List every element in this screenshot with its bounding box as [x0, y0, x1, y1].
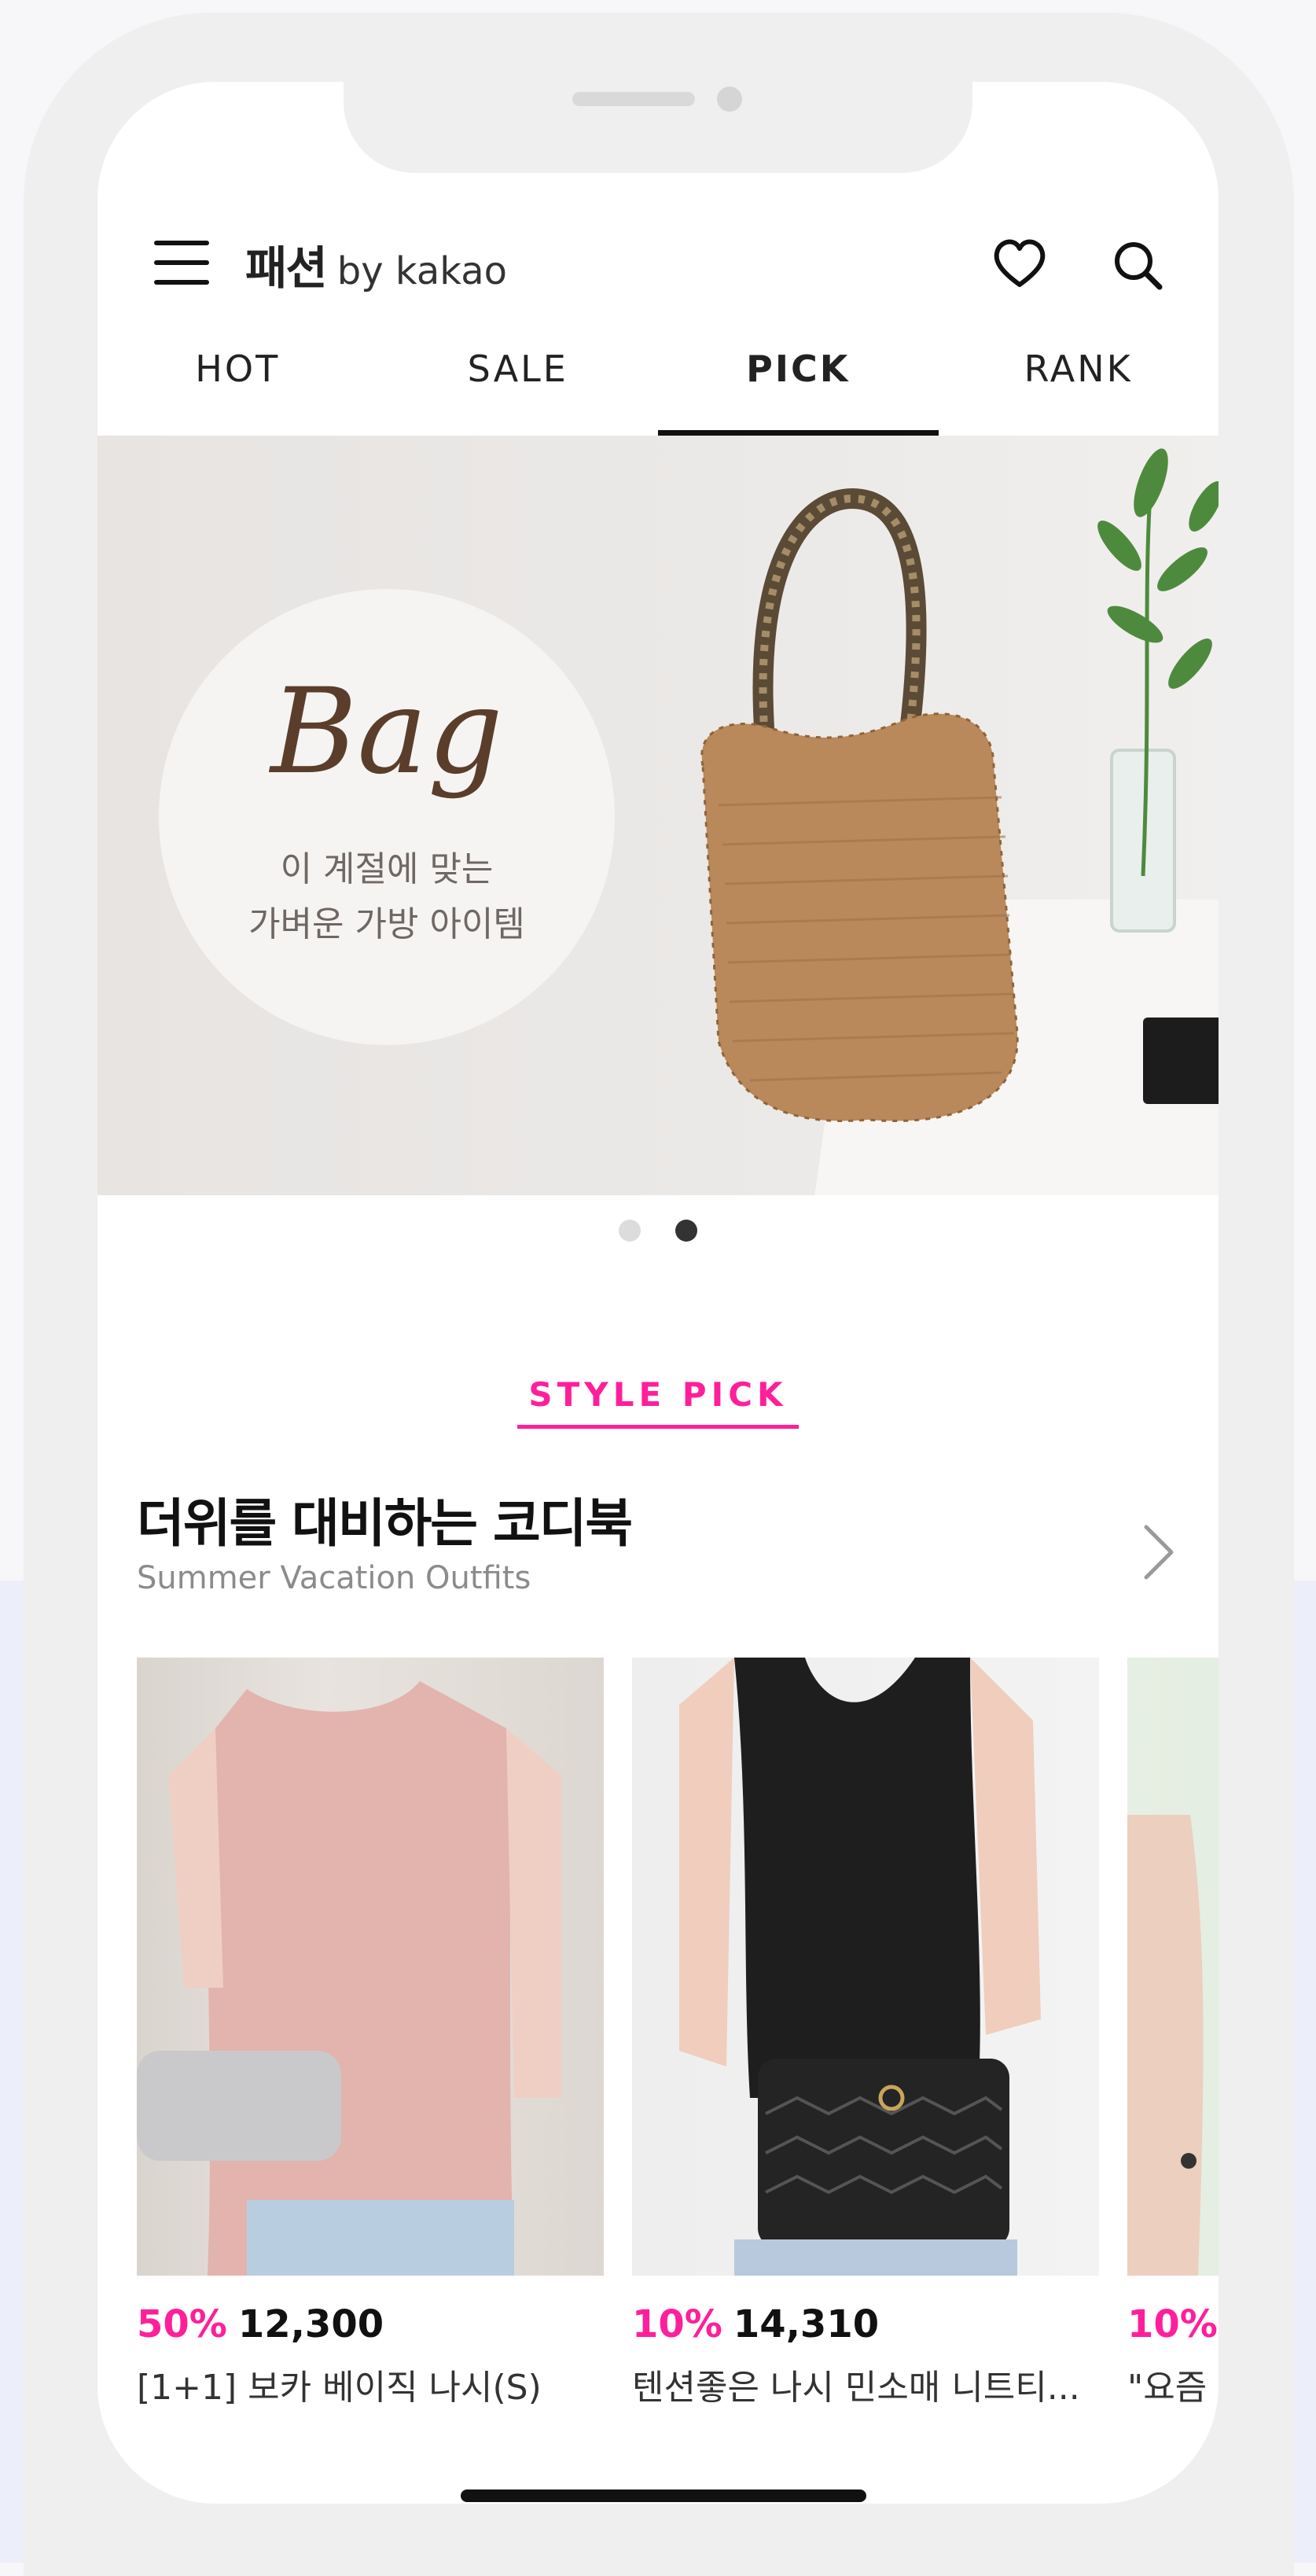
tab-rank[interactable]: RANK [939, 318, 1219, 436]
product-price: 14,310 [733, 2302, 880, 2346]
chevron-right-icon[interactable] [1135, 1513, 1182, 1592]
brand-name: 패션 [245, 241, 328, 295]
search-icon[interactable] [1112, 239, 1163, 291]
product-name[interactable]: "요즘 [1127, 2359, 1219, 2409]
plant-vase-image [1097, 448, 1219, 933]
product-name[interactable]: [1+1] 보카 베이직 나시(S) [137, 2359, 604, 2409]
third-product-illustration [1127, 1815, 1204, 2276]
product-name[interactable]: 텐션좋은 나시 민소매 니트티... [632, 2359, 1099, 2409]
tab-sale[interactable]: SALE [378, 318, 659, 436]
brand-logo[interactable]: 패션 by kakao [245, 231, 507, 295]
style-pick-label: STYLE PICK [517, 1375, 799, 1429]
product-card[interactable]: 10% 14,310 텐션좋은 나시 민소매 니트티... [632, 1658, 1099, 2409]
banner-text-circle: Bag 이 계절에 맞는 가벼운 가방 아이템 [159, 589, 615, 1045]
product-card[interactable]: 50% 12,300 [1+1] 보카 베이직 나시(S) [137, 1658, 604, 2409]
phone-camera [717, 86, 742, 112]
banner-dot-2[interactable] [675, 1220, 697, 1242]
straw-bag-image [700, 488, 1019, 1122]
app-screen: 패션 by kakao HOT SALE PICK RANK Bag 이 계절에… [97, 82, 1219, 2504]
tab-hot[interactable]: HOT [97, 318, 378, 436]
discount-rate: 50% [137, 2302, 227, 2346]
price-row: 10% 14,310 [632, 2302, 1099, 2346]
product-image[interactable] [137, 1658, 604, 2276]
section-title: 더위를 대비하는 코디북 [137, 1493, 633, 1554]
section-label: STYLE PICK [97, 1375, 1219, 1429]
book-image [1143, 1018, 1219, 1104]
menu-icon[interactable] [154, 239, 209, 286]
category-tabs: HOT SALE PICK RANK [97, 318, 1219, 436]
tab-pick[interactable]: PICK [658, 318, 939, 436]
pink-top-illustration [137, 1681, 561, 2276]
product-image[interactable] [1127, 1658, 1219, 2276]
price-row: 10% [1127, 2302, 1219, 2346]
product-card[interactable]: 10% "요즘 [1127, 1658, 1219, 2409]
banner-line-2: 가벼운 가방 아이템 [248, 904, 525, 944]
black-top-illustration [679, 1658, 1041, 2276]
home-indicator[interactable] [461, 2490, 866, 2502]
banner-line-1: 이 계절에 맞는 [280, 849, 494, 889]
banner-title: Bag [270, 664, 503, 800]
promo-banner[interactable]: Bag 이 계절에 맞는 가벼운 가방 아이템 [97, 436, 1219, 1195]
discount-rate: 10% [632, 2302, 722, 2346]
banner-dot-1[interactable] [619, 1220, 641, 1242]
heart-icon[interactable] [992, 237, 1047, 289]
phone-speaker [572, 92, 695, 106]
brand-by: by kakao [336, 249, 507, 293]
product-price: 12,300 [237, 2302, 384, 2346]
section-subtitle: Summer Vacation Outfits [137, 1560, 531, 1596]
product-image[interactable] [632, 1658, 1099, 2276]
banner-pagination [97, 1195, 1219, 1266]
price-row: 50% 12,300 [137, 2302, 604, 2346]
discount-rate: 10% [1127, 2302, 1218, 2346]
